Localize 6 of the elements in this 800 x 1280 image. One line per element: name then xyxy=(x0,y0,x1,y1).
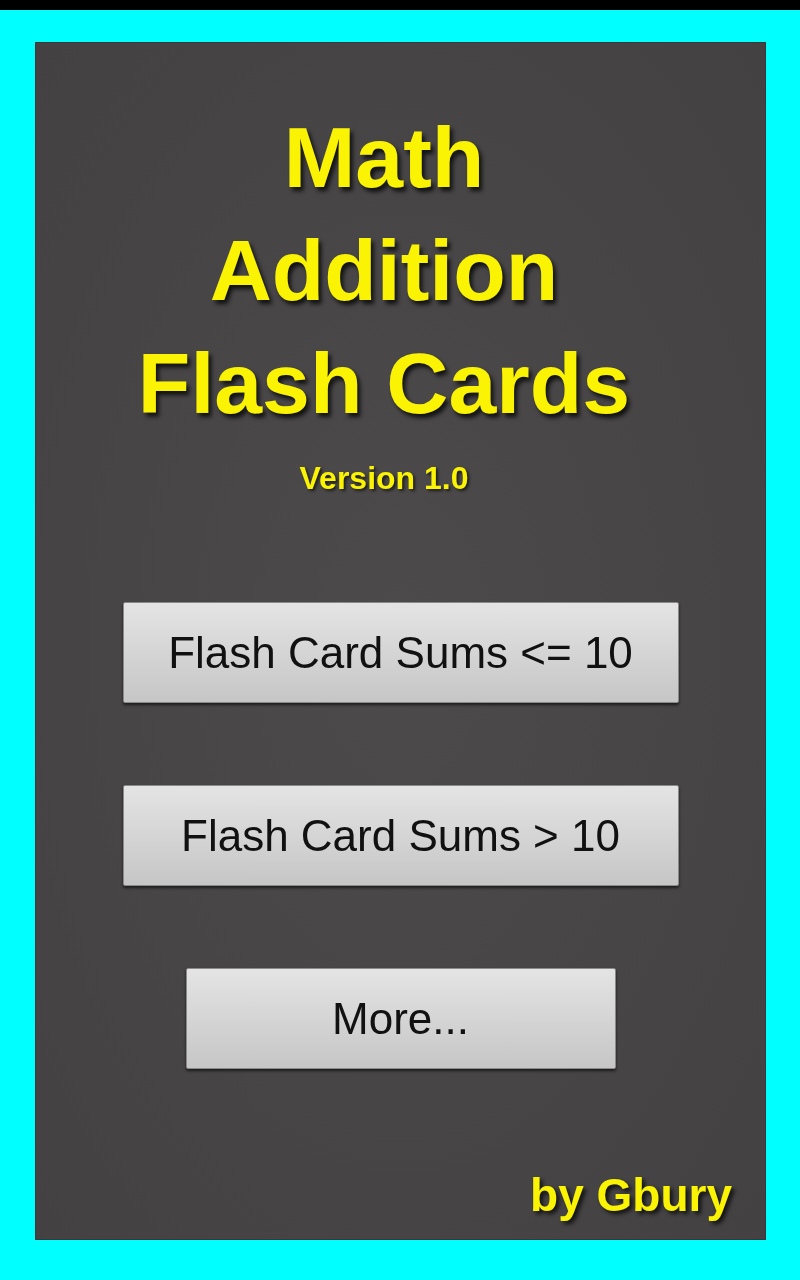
menu-button[interactable]: More... xyxy=(185,968,616,1069)
version-label: Version 1.0 xyxy=(299,459,469,498)
menu-button[interactable]: Flash Card Sums <= 10 xyxy=(122,602,679,703)
app-title: Math Addition Flash Cards xyxy=(137,108,631,433)
author-credit: by Gbury xyxy=(530,1170,732,1220)
menu-button[interactable]: Flash Card Sums > 10 xyxy=(122,785,679,886)
